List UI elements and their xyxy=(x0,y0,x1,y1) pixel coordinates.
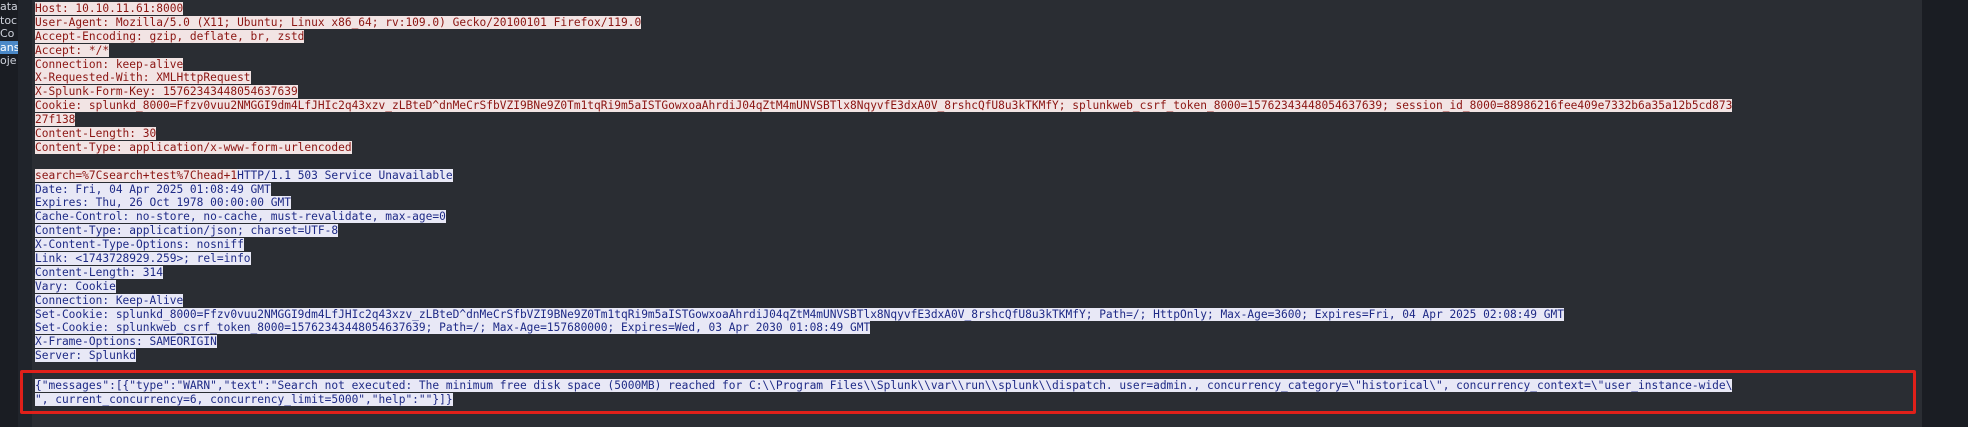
request-body: search=%7Csearch+test%7Chead+1 xyxy=(35,168,238,182)
response-header-line: Server: Splunkd xyxy=(35,349,137,363)
gutter xyxy=(18,0,32,427)
response-header-line: Expires: Thu, 26 Oct 1978 00:00:00 GMT xyxy=(35,196,291,210)
request-header-line: Content-Type: application/x-www-form-url… xyxy=(35,140,352,154)
response-body-line: ", current_concurrency=6, concurrency_li… xyxy=(35,392,453,406)
request-header-line: Content-Length: 30 xyxy=(35,127,157,141)
response-header-line: Vary: Cookie xyxy=(35,279,116,293)
request-body-and-status-line: search=%7Csearch+test%7Chead+1HTTP/1.1 5… xyxy=(35,168,1922,183)
request-cookie-line: Cookie: splunkd_8000=Ffzv0vuu2NMGGI9dm4L… xyxy=(35,99,1733,113)
request-header-line: Accept-Encoding: gzip, deflate, br, zstd xyxy=(35,29,305,43)
response-header-line: X-Frame-Options: SAMEORIGIN xyxy=(35,335,217,349)
sidebar-item-selected[interactable]: ans xyxy=(0,40,18,54)
response-header-line: X-Content-Type-Options: nosniff xyxy=(35,238,244,252)
sidebar-item[interactable]: ata xyxy=(0,0,18,14)
request-header-line: Connection: keep-alive xyxy=(35,57,184,71)
response-header-line: Connection: Keep-Alive xyxy=(35,293,184,307)
response-header-line: Cache-Control: no-store, no-cache, must-… xyxy=(35,210,446,224)
request-header-line: X-Splunk-Form-Key: 15762343448054637639 xyxy=(35,85,298,99)
request-header-line: Accept: */* xyxy=(35,43,110,57)
sidebar-item[interactable]: oje xyxy=(0,54,18,68)
request-header-line: X-Requested-With: XMLHttpRequest xyxy=(35,71,251,85)
response-header-line: Date: Fri, 04 Apr 2025 01:08:49 GMT xyxy=(35,182,271,196)
window-edge xyxy=(1922,0,1968,427)
response-header-line: Content-Length: 314 xyxy=(35,265,163,279)
response-set-cookie-line: Set-Cookie: splunkd_8000=Ffzv0vuu2NMGGI9… xyxy=(35,307,1564,321)
response-body-line: {"messages":[{"type":"WARN","text":"Sear… xyxy=(35,379,1733,392)
response-set-cookie-line: Set-Cookie: splunkweb_csrf_token_8000=15… xyxy=(35,321,871,335)
sidebar: ata toc Co ans oje xyxy=(0,0,18,427)
response-status-line: HTTP/1.1 503 Service Unavailable xyxy=(237,168,453,182)
response-header-line: Content-Type: application/json; charset=… xyxy=(35,224,339,238)
http-stream-pane[interactable]: Host: 10.10.11.61:8000 User-Agent: Mozil… xyxy=(32,0,1922,427)
sidebar-item[interactable]: toc xyxy=(0,14,18,28)
request-header-line: Host: 10.10.11.61:8000 xyxy=(35,2,184,15)
response-header-line: Link: <1743728929.259>; rel=info xyxy=(35,252,251,266)
request-header-line: User-Agent: Mozilla/5.0 (X11; Ubuntu; Li… xyxy=(35,15,642,29)
highlighted-response-body: {"messages":[{"type":"WARN","text":"Sear… xyxy=(20,370,1916,414)
sidebar-item[interactable]: Co xyxy=(0,27,18,41)
request-cookie-continuation: 27f138 xyxy=(35,113,76,127)
